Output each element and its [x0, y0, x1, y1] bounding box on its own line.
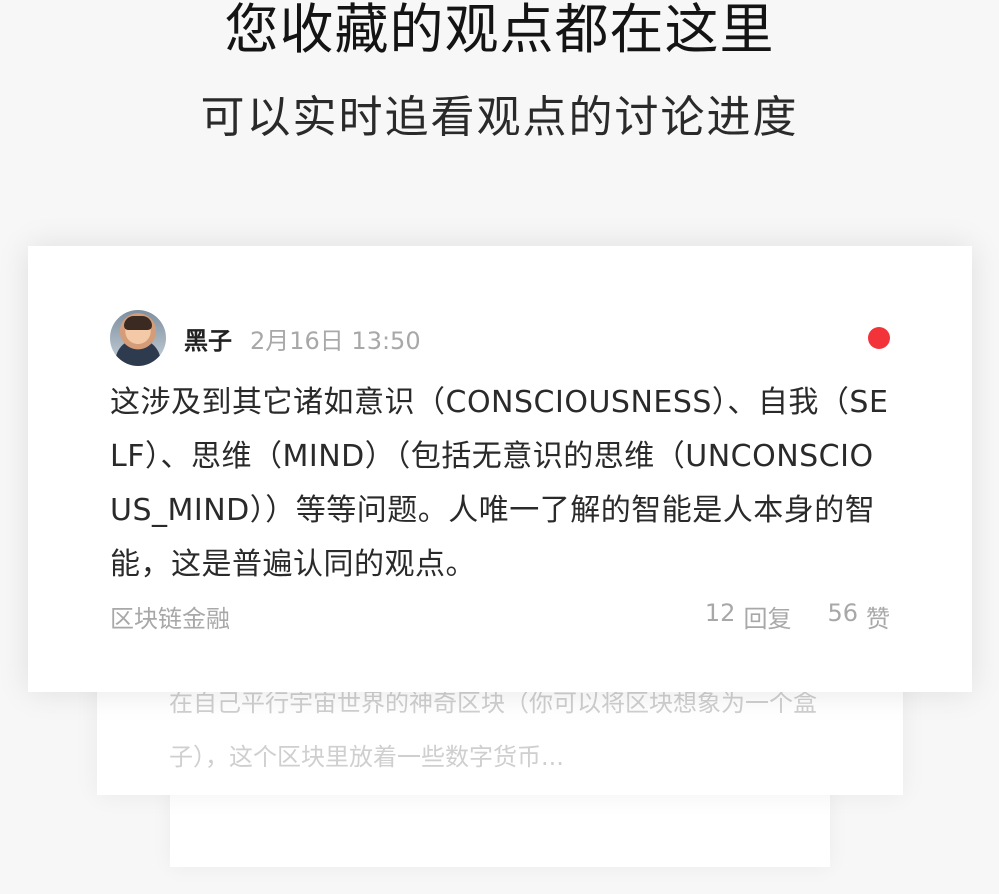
user-avatar[interactable] — [110, 310, 166, 366]
post-author-row: 黑子 2月16日 13:50 — [110, 310, 890, 366]
post-stats: 12 回复 56 赞 — [705, 599, 890, 634]
topic-tag[interactable]: 区块链金融 — [110, 599, 230, 634]
reply-label: 回复 — [743, 604, 792, 633]
like-stat[interactable]: 56 赞 — [827, 599, 890, 634]
favorite-post-card[interactable]: 黑子 2月16日 13:50 这涉及到其它诸如意识（CONSCIOUSNESS）… — [28, 246, 972, 692]
stacked-card-bottom — [170, 785, 830, 867]
like-label: 赞 — [866, 604, 890, 633]
post-content[interactable]: 这涉及到其它诸如意识（CONSCIOUSNESS）、自我（SELF）、思维（MI… — [110, 376, 890, 592]
author-name[interactable]: 黑子 — [184, 321, 232, 356]
post-meta-row: 区块链金融 12 回复 56 赞 — [110, 596, 890, 636]
red-dot-icon — [868, 327, 890, 349]
reply-stat[interactable]: 12 回复 — [705, 599, 792, 634]
favorites-intro-screen: 您收藏的观点都在这里 可以实时追看观点的讨论进度 在自己平行宇宙世界的神奇区块（… — [0, 0, 999, 894]
post-timestamp: 2月16日 13:50 — [250, 326, 421, 355]
reply-count: 12 — [704, 598, 736, 627]
page-subtitle: 可以实时追看观点的讨论进度 — [200, 92, 799, 143]
like-count: 56 — [827, 598, 858, 627]
page-title: 您收藏的观点都在这里 — [224, 0, 775, 61]
stacked-card-text: 在自己平行宇宙世界的神奇区块（你可以将区块想象为一个盒子），这个区块里放着一些数… — [169, 689, 817, 771]
